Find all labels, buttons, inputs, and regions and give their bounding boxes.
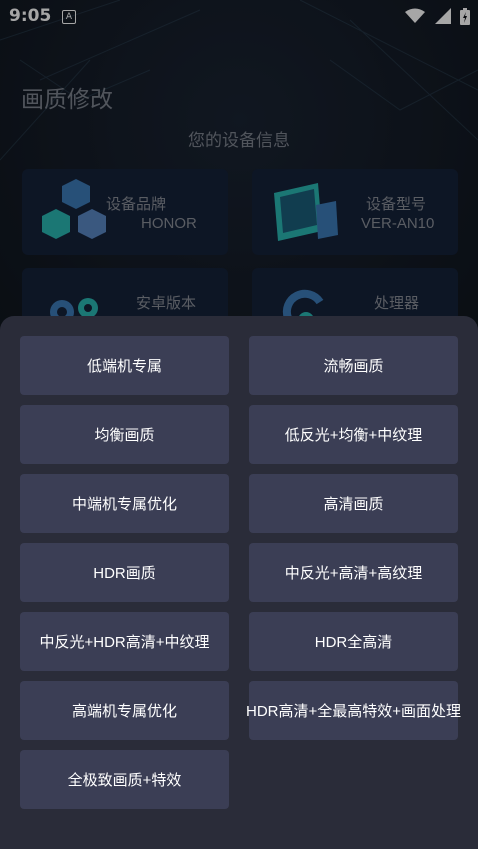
quality-options-sheet: 低端机专属 流畅画质 均衡画质 低反光+均衡+中纹理 中端机专属优化 高清画质 … — [0, 316, 478, 849]
option-button[interactable]: 高端机专属优化 — [20, 681, 229, 740]
option-button[interactable]: 中反光+HDR高清+中纹理 — [20, 612, 229, 671]
option-button[interactable]: HDR画质 — [20, 543, 229, 602]
option-button[interactable]: 高清画质 — [249, 474, 458, 533]
option-button[interactable]: HDR全高清 — [249, 612, 458, 671]
option-button[interactable]: 中反光+高清+高纹理 — [249, 543, 458, 602]
option-button[interactable]: 中端机专属优化 — [20, 474, 229, 533]
option-button[interactable]: 低反光+均衡+中纹理 — [249, 405, 458, 464]
option-button[interactable]: 全极致画质+特效 — [20, 750, 229, 809]
option-button[interactable]: 均衡画质 — [20, 405, 229, 464]
option-button[interactable]: HDR高清+全最高特效+画面处理 — [246, 681, 461, 740]
option-button[interactable]: 低端机专属 — [20, 336, 229, 395]
option-button[interactable]: 流畅画质 — [249, 336, 458, 395]
